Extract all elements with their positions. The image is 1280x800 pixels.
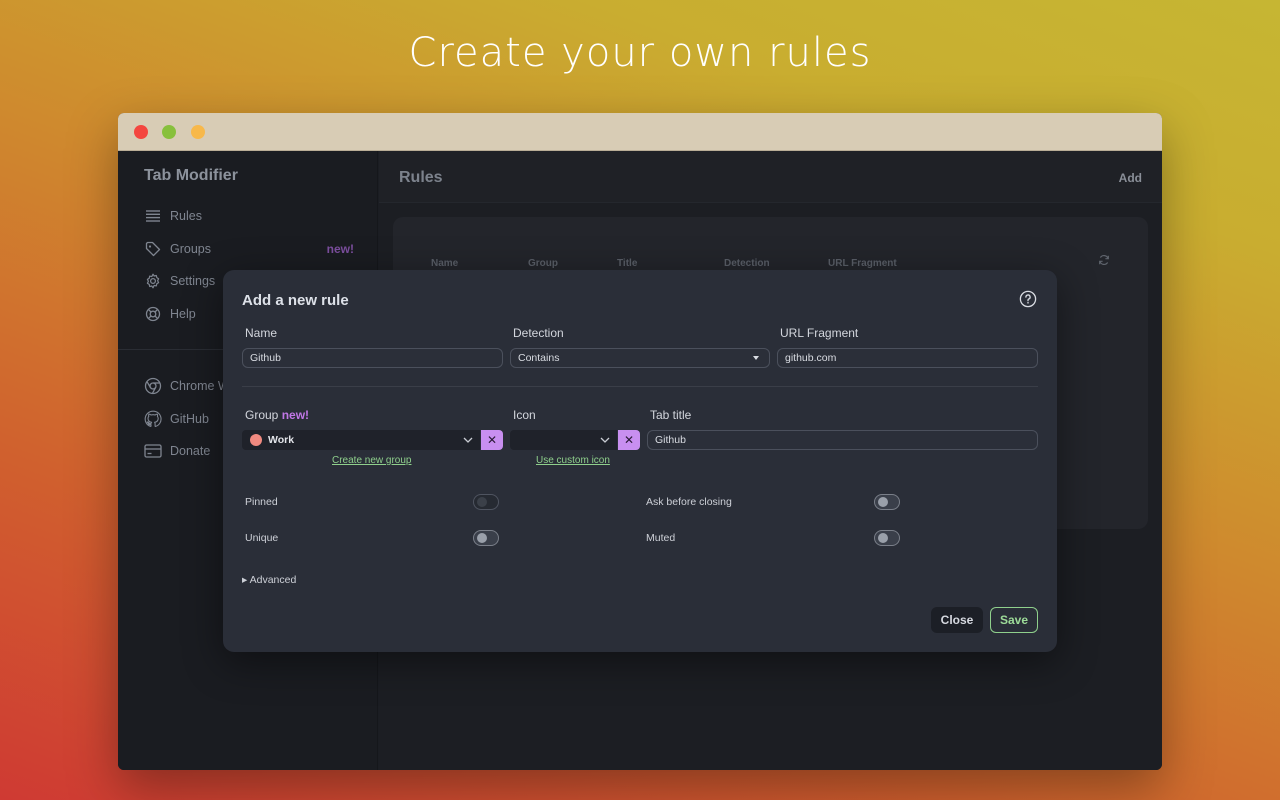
app-title: Tab Modifier: [144, 167, 238, 184]
unique-toggle[interactable]: [473, 530, 499, 546]
chevron-down-icon: [462, 434, 474, 449]
chevron-down-icon: [599, 434, 611, 449]
icon-select[interactable]: [510, 430, 617, 450]
headline: Create your own rules: [408, 30, 872, 76]
caret-down-icon: [753, 356, 759, 360]
toggle-knob: [477, 497, 487, 507]
column-header-title[interactable]: Title: [617, 258, 637, 269]
group-value: Work: [268, 434, 295, 446]
close-window-button[interactable]: [134, 125, 148, 139]
group-label: Group new!: [245, 408, 309, 422]
refresh-icon[interactable]: [1098, 253, 1110, 271]
ask-before-closing-label: Ask before closing: [646, 496, 732, 508]
sidebar-item-label: Help: [170, 307, 196, 321]
toggle-knob: [878, 533, 888, 543]
section-divider: [242, 386, 1038, 387]
save-button[interactable]: Save: [990, 607, 1038, 633]
toggle-knob: [477, 533, 487, 543]
tag-icon: [144, 240, 162, 258]
new-badge: new!: [281, 408, 310, 422]
column-header-name[interactable]: Name: [431, 258, 458, 269]
detection-select[interactable]: Contains: [510, 348, 770, 368]
help-icon[interactable]: [1019, 290, 1037, 313]
detection-label: Detection: [513, 326, 564, 340]
close-icon: ✕: [623, 433, 635, 447]
sidebar-item-rules[interactable]: Rules: [144, 204, 354, 228]
sidebar-link-label: GitHub: [170, 412, 209, 426]
clear-group-button[interactable]: ✕: [481, 430, 503, 450]
icon-label: Icon: [513, 408, 536, 422]
sidebar-link-label: Donate: [170, 444, 211, 458]
advanced-label: Advanced: [249, 574, 297, 586]
advanced-disclosure[interactable]: ▸ Advanced: [242, 574, 296, 586]
chrome-icon: [144, 377, 162, 395]
close-button[interactable]: Close: [931, 607, 983, 633]
clear-icon-button[interactable]: ✕: [618, 430, 640, 450]
create-group-link[interactable]: Create new group: [332, 455, 412, 466]
column-header-group[interactable]: Group: [528, 258, 558, 269]
main-header: Rules Add: [379, 151, 1162, 203]
group-label-text: Group: [245, 408, 279, 422]
name-input[interactable]: [242, 348, 503, 368]
pinned-toggle[interactable]: [473, 494, 499, 510]
github-icon: [144, 410, 162, 428]
url-fragment-label: URL Fragment: [780, 326, 859, 340]
lifebuoy-icon: [144, 305, 162, 323]
add-rule-dialog: Add a new rule Name Detection Contains U…: [223, 270, 1057, 652]
ask-before-closing-toggle[interactable]: [874, 494, 900, 510]
sidebar-item-label: Rules: [170, 209, 202, 223]
pinned-label: Pinned: [245, 496, 278, 508]
sidebar-item-label: Groups: [170, 242, 211, 256]
toggle-knob: [878, 497, 888, 507]
muted-toggle[interactable]: [874, 530, 900, 546]
group-select[interactable]: Work: [242, 430, 480, 450]
name-label: Name: [245, 326, 278, 340]
minimize-window-button[interactable]: [191, 125, 205, 139]
sidebar-link-label: Chrome W: [170, 379, 230, 393]
new-badge: new!: [326, 242, 354, 256]
title-bar: [118, 113, 1162, 151]
use-custom-icon-link[interactable]: Use custom icon: [536, 455, 610, 466]
url-fragment-input[interactable]: [777, 348, 1038, 368]
unique-label: Unique: [245, 532, 279, 544]
add-rule-button[interactable]: Add: [1119, 171, 1142, 185]
close-icon: ✕: [486, 433, 498, 447]
group-color-dot: [250, 434, 262, 446]
column-header-url-fragment[interactable]: URL Fragment: [828, 258, 897, 269]
page-title: Rules: [399, 169, 443, 186]
detection-value: Contains: [518, 352, 560, 364]
gear-icon: [144, 272, 162, 290]
triangle-right-icon: ▸: [242, 574, 248, 586]
sidebar-item-groups[interactable]: Groups new!: [144, 237, 354, 261]
card-icon: [144, 442, 162, 460]
list-icon: [144, 207, 162, 225]
sidebar-item-label: Settings: [170, 274, 216, 288]
column-header-detection[interactable]: Detection: [724, 258, 770, 269]
dialog-title: Add a new rule: [242, 292, 349, 309]
tab-title-label: Tab title: [650, 408, 692, 422]
maximize-window-button[interactable]: [162, 125, 176, 139]
tab-title-input[interactable]: [647, 430, 1038, 450]
muted-label: Muted: [646, 532, 676, 544]
